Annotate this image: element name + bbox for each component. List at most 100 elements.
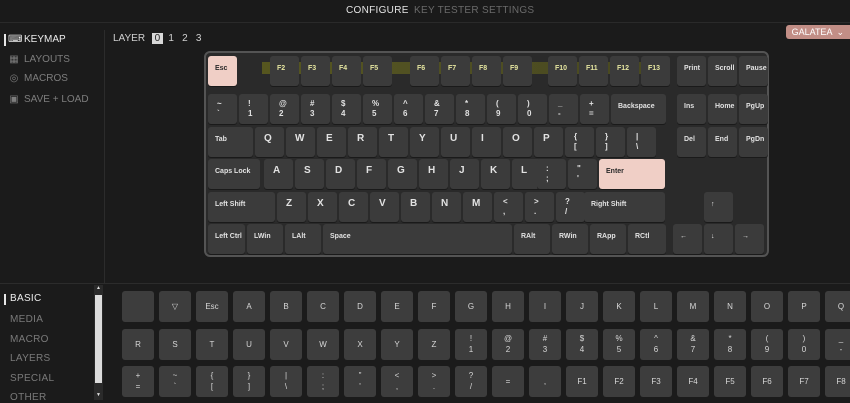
keycode-sym[interactable]: " ' xyxy=(344,366,376,397)
key-w[interactable]: W xyxy=(286,127,315,157)
layer-3-button[interactable]: 3 xyxy=(193,33,204,44)
key-f11[interactable]: F11 xyxy=(579,56,608,86)
key-f13[interactable]: F13 xyxy=(641,56,670,86)
key-rapp[interactable]: RApp xyxy=(590,224,626,254)
keycode-y[interactable]: Y xyxy=(381,329,413,360)
keycode-w[interactable]: W xyxy=(307,329,339,360)
key-m[interactable]: M xyxy=(463,192,492,222)
keycode-d[interactable]: D xyxy=(344,291,376,322)
key-pgup[interactable]: PgUp xyxy=(739,94,768,124)
key-f2[interactable]: F2 xyxy=(270,56,299,86)
key-sym[interactable]: + = xyxy=(580,94,609,124)
key-pause[interactable]: Pause xyxy=(739,56,768,86)
key-1[interactable]: ! 1 xyxy=(239,94,268,124)
keycode-sym[interactable]: {[ xyxy=(196,366,228,397)
key-lwin[interactable]: LWin xyxy=(247,224,283,254)
device-selector[interactable]: GALATEA ⌄ xyxy=(785,25,850,39)
category-layers[interactable]: LAYERS xyxy=(10,353,51,364)
keycode-sym[interactable]: <, xyxy=(381,366,413,397)
tab-configure[interactable]: CONFIGURE xyxy=(346,5,409,16)
keycode-1[interactable]: ! 1 xyxy=(455,329,487,360)
key-comma[interactable]: <, xyxy=(494,192,523,222)
keycode-t[interactable]: T xyxy=(196,329,228,360)
key-j[interactable]: J xyxy=(450,159,479,189)
key-backspace[interactable]: Backspace xyxy=(611,94,666,124)
category-special[interactable]: SPECIAL xyxy=(10,373,54,384)
key-sym-1[interactable]: }] xyxy=(596,127,625,157)
sidebar-item-layouts[interactable]: ▦ LAYOUTS xyxy=(8,53,70,67)
keycode-4[interactable]: $4 xyxy=(566,329,598,360)
keycode-sym[interactable]: ~ ` xyxy=(159,366,191,397)
keycode-b[interactable]: B xyxy=(270,291,302,322)
key-semicolon[interactable]: :; xyxy=(537,159,566,189)
key-quote[interactable]: " ' xyxy=(568,159,597,189)
key-end[interactable]: End xyxy=(708,127,737,157)
keycode-f4[interactable]: F4 xyxy=(677,366,709,397)
keycode-s[interactable]: S xyxy=(159,329,191,360)
key-enter[interactable]: Enter xyxy=(599,159,665,189)
key-s[interactable]: S xyxy=(295,159,324,189)
key-6[interactable]: ^ 6 xyxy=(394,94,423,124)
keycode-0[interactable]: ) 0 xyxy=(788,329,820,360)
key-arrow-down[interactable]: ↓ xyxy=(704,224,733,254)
key-d[interactable]: D xyxy=(326,159,355,189)
key-sym[interactable]: _ - xyxy=(549,94,578,124)
key-left-shift[interactable]: Left Shift xyxy=(208,192,275,222)
keycode-k[interactable]: K xyxy=(603,291,635,322)
keycode-f7[interactable]: F7 xyxy=(788,366,820,397)
keycode-7[interactable]: & 7 xyxy=(677,329,709,360)
key-home[interactable]: Home xyxy=(708,94,737,124)
keycode-a[interactable]: A xyxy=(233,291,265,322)
key-n[interactable]: N xyxy=(432,192,461,222)
sidebar-item-macros[interactable]: ◎ MACROS xyxy=(8,72,68,86)
key-9[interactable]: (9 xyxy=(487,94,516,124)
category-media[interactable]: MEDIA xyxy=(10,314,43,325)
sidebar-item-save-load[interactable]: ▣ SAVE + LOAD xyxy=(8,93,88,107)
keycode-f3[interactable]: F3 xyxy=(640,366,672,397)
scroll-up-icon[interactable]: ▲ xyxy=(95,285,102,291)
keycode-m[interactable]: M xyxy=(677,291,709,322)
keycode-n[interactable]: N xyxy=(714,291,746,322)
keycode-p[interactable]: P xyxy=(788,291,820,322)
category-macro[interactable]: MACRO xyxy=(10,334,49,345)
keycode-sym[interactable]: >. xyxy=(418,366,450,397)
key-pgdn[interactable]: PgDn xyxy=(739,127,768,157)
key-sym-2[interactable]: | \ xyxy=(627,127,656,157)
key-r[interactable]: R xyxy=(348,127,377,157)
key-print[interactable]: Print xyxy=(677,56,706,86)
tab-settings[interactable]: SETTINGS xyxy=(482,5,534,16)
key-f7[interactable]: F7 xyxy=(441,56,470,86)
key-f3[interactable]: F3 xyxy=(301,56,330,86)
key-u[interactable]: U xyxy=(441,127,470,157)
keycode-l[interactable]: L xyxy=(640,291,672,322)
key-h[interactable]: H xyxy=(419,159,448,189)
key-tab[interactable]: Tab xyxy=(208,127,253,157)
key-sym-0[interactable]: {[ xyxy=(565,127,594,157)
key-f[interactable]: F xyxy=(357,159,386,189)
key-x[interactable]: X xyxy=(308,192,337,222)
sidebar-item-keymap[interactable]: ⌨ KEYMAP xyxy=(4,33,66,47)
tab-key-tester[interactable]: KEY TESTER xyxy=(414,5,479,16)
key-del[interactable]: Del xyxy=(677,127,706,157)
keycode-h[interactable]: H xyxy=(492,291,524,322)
key-lalt[interactable]: LAlt xyxy=(285,224,321,254)
key-k[interactable]: K xyxy=(481,159,510,189)
key-v[interactable]: V xyxy=(370,192,399,222)
keycode-sym[interactable]: :; xyxy=(307,366,339,397)
key-sym[interactable]: ~ ` xyxy=(208,94,237,124)
key-ins[interactable]: Ins xyxy=(677,94,706,124)
keycode-u[interactable]: U xyxy=(233,329,265,360)
key-caps-lock[interactable]: Caps Lock xyxy=(208,159,260,189)
keycode-j[interactable]: J xyxy=(566,291,598,322)
key-arrow-left[interactable]: ← xyxy=(673,224,702,254)
key-8[interactable]: * 8 xyxy=(456,94,485,124)
keycode-z[interactable]: Z xyxy=(418,329,450,360)
key-ralt[interactable]: RAlt xyxy=(514,224,550,254)
scroll-down-icon[interactable]: ▼ xyxy=(95,392,102,398)
key-4[interactable]: $4 xyxy=(332,94,361,124)
key-c[interactable]: C xyxy=(339,192,368,222)
key-f4[interactable]: F4 xyxy=(332,56,361,86)
key-e[interactable]: E xyxy=(317,127,346,157)
keycode-o[interactable]: O xyxy=(751,291,783,322)
key-esc[interactable]: Esc xyxy=(208,56,237,86)
